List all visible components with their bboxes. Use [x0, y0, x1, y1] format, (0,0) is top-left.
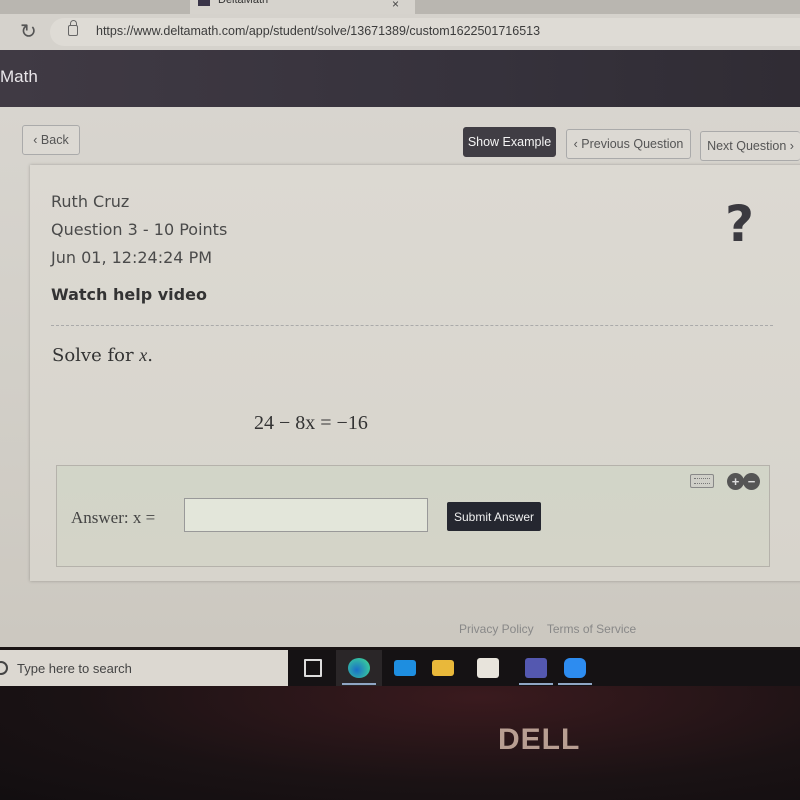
back-label: Back	[40, 133, 69, 147]
timestamp: Jun 01, 12:24:24 PM	[51, 248, 213, 267]
footer-links: Privacy Policy Terms of Service	[459, 622, 646, 636]
site-navbar: Math	[0, 50, 800, 107]
keyboard-icon[interactable]	[690, 474, 714, 488]
store-icon[interactable]	[465, 650, 511, 686]
chevron-left-icon: ‹	[573, 137, 582, 151]
back-button[interactable]: ‹ Back	[22, 125, 80, 155]
zoom-out-icon[interactable]: −	[743, 473, 760, 490]
zoom-in-icon[interactable]: +	[727, 473, 744, 490]
url-text[interactable]: https://www.deltamath.com/app/student/so…	[96, 24, 540, 38]
close-tab-icon[interactable]: ×	[392, 0, 399, 11]
terms-of-service-link[interactable]: Terms of Service	[547, 622, 636, 636]
zoom-app-icon[interactable]	[552, 650, 598, 686]
browser-tabstrip: DeltaMath ×	[0, 0, 800, 14]
problem-prompt: Solve for x.	[52, 345, 153, 366]
next-question-button[interactable]: Next Question ›	[700, 131, 800, 161]
show-example-button[interactable]: Show Example	[463, 127, 556, 157]
address-bar: ↻ https://www.deltamath.com/app/student/…	[0, 14, 800, 50]
tab-title: DeltaMath	[218, 0, 269, 6]
favicon-icon	[198, 0, 210, 6]
search-icon	[0, 661, 8, 675]
previous-question-label: Previous Question	[581, 137, 684, 151]
task-view-icon[interactable]	[290, 650, 336, 686]
browser-tab[interactable]: DeltaMath ×	[190, 0, 415, 14]
submit-answer-button[interactable]: Submit Answer	[447, 502, 541, 531]
next-question-label: Next Question	[707, 139, 787, 153]
help-question-icon[interactable]: ?	[725, 195, 754, 253]
url-field[interactable]: https://www.deltamath.com/app/student/so…	[50, 18, 800, 46]
reload-icon[interactable]: ↻	[20, 19, 37, 44]
divider	[51, 325, 773, 326]
windows-taskbar: Type here to search	[0, 650, 800, 686]
prompt-period: .	[147, 345, 154, 366]
question-info: Question 3 - 10 Points	[51, 220, 228, 239]
chevron-left-icon: ‹	[33, 133, 41, 147]
watch-help-video-link[interactable]: Watch help video	[51, 285, 207, 304]
answer-input[interactable]	[184, 498, 428, 532]
student-name: Ruth Cruz	[51, 192, 130, 211]
file-explorer-icon[interactable]	[420, 650, 466, 686]
answer-panel: + − Answer: x = Submit Answer	[56, 465, 770, 567]
taskbar-search[interactable]: Type here to search	[0, 650, 288, 686]
laptop-bezel	[0, 686, 800, 800]
page-content: ‹ Back Show Example ‹ Previous Question …	[0, 107, 800, 647]
prompt-text: Solve for	[52, 345, 140, 366]
equation: 24 − 8x = −16	[254, 412, 368, 434]
search-placeholder: Type here to search	[17, 661, 132, 676]
previous-question-button[interactable]: ‹ Previous Question	[566, 129, 691, 159]
answer-label: Answer: x =	[71, 508, 156, 527]
dell-logo: DELL	[498, 723, 581, 756]
brand-logo[interactable]: Math	[0, 67, 38, 87]
chevron-right-icon: ›	[786, 139, 794, 153]
privacy-policy-link[interactable]: Privacy Policy	[459, 622, 534, 636]
edge-icon[interactable]	[336, 650, 382, 686]
lock-icon	[68, 20, 78, 36]
question-card: Ruth Cruz Question 3 - 10 Points Jun 01,…	[30, 165, 800, 581]
